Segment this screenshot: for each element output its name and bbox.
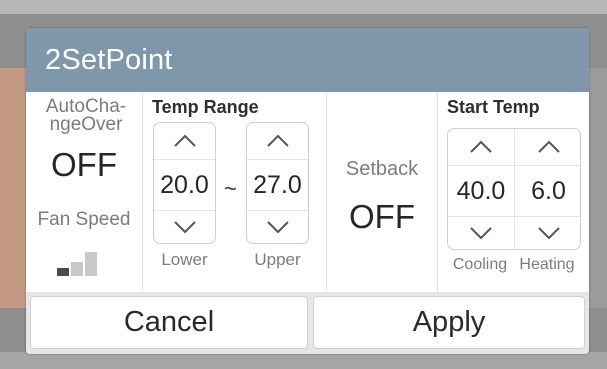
upper-temp-down-button[interactable] xyxy=(247,209,308,243)
dialog-content: AutoCha- ngeOver OFF Fan Speed Temp Rang… xyxy=(26,92,589,292)
setback-label: Setback xyxy=(345,158,419,180)
upper-temp-up-button[interactable] xyxy=(247,123,308,159)
fan-speed-label: Fan Speed xyxy=(37,209,131,230)
fan-speed-bar-3 xyxy=(85,252,97,276)
cooling-temp-up-button[interactable] xyxy=(448,129,514,165)
upper-temp-value: 27.0 xyxy=(247,159,308,211)
temp-range-column: Temp Range 20.0 ~ 27.0 Lower Upper xyxy=(143,92,326,292)
lower-temp-value: 20.0 xyxy=(154,159,215,211)
lower-temp-down-button[interactable] xyxy=(154,209,215,243)
chevron-up-icon xyxy=(470,140,492,153)
dialog-titlebar: 2SetPoint xyxy=(26,28,589,92)
chevron-down-icon xyxy=(266,221,289,234)
heating-temp-down-button[interactable] xyxy=(515,215,580,249)
lower-temp-up-button[interactable] xyxy=(154,123,215,159)
chevron-up-icon xyxy=(537,140,560,153)
chevron-down-icon xyxy=(537,227,560,240)
autochangeover-label: AutoCha- ngeOver xyxy=(45,96,127,135)
cooling-temp-down-button[interactable] xyxy=(448,215,514,249)
fan-speed-bar-2 xyxy=(71,262,83,276)
autochangeover-value[interactable]: OFF xyxy=(26,146,142,184)
heating-temp-value: 6.0 xyxy=(515,165,580,217)
temp-range-separator: ~ xyxy=(224,176,237,201)
dialog-footer: Cancel Apply xyxy=(26,292,589,354)
background-app-bottom xyxy=(0,352,607,369)
cooling-label: Cooling xyxy=(452,256,508,273)
two-setpoint-dialog: 2SetPoint AutoCha- ngeOver OFF Fan Speed… xyxy=(26,28,589,354)
start-temp-stepper: 40.0 6.0 xyxy=(447,128,581,250)
start-temp-header: Start Temp xyxy=(447,97,540,117)
background-app-right xyxy=(589,68,607,308)
chevron-up-icon xyxy=(173,134,196,147)
fan-speed-bars-icon[interactable] xyxy=(57,252,113,276)
lower-temp-stepper: 20.0 xyxy=(153,122,216,244)
dialog-title: 2SetPoint xyxy=(45,44,173,76)
background-app-left xyxy=(0,68,26,308)
temp-range-header: Temp Range xyxy=(152,97,259,117)
cancel-button[interactable]: Cancel xyxy=(30,296,308,349)
chevron-down-icon xyxy=(470,227,492,240)
setback-value[interactable]: OFF xyxy=(327,198,437,236)
apply-button[interactable]: Apply xyxy=(313,296,585,349)
chevron-down-icon xyxy=(173,221,196,234)
chevron-up-icon xyxy=(266,134,289,147)
setback-column: Setback OFF xyxy=(327,92,437,292)
upper-temp-stepper: 27.0 xyxy=(246,122,309,244)
background-app-top xyxy=(0,0,607,14)
upper-label: Upper xyxy=(254,250,301,269)
autochangeover-column: AutoCha- ngeOver OFF Fan Speed xyxy=(26,92,142,292)
lower-label: Lower xyxy=(161,250,208,269)
start-temp-column: Start Temp 40.0 6.0 Cooling Heating xyxy=(438,92,589,292)
cooling-temp-value: 40.0 xyxy=(448,165,514,217)
heating-label: Heating xyxy=(519,256,575,273)
fan-speed-bar-1 xyxy=(57,268,69,276)
heating-temp-up-button[interactable] xyxy=(515,129,580,165)
